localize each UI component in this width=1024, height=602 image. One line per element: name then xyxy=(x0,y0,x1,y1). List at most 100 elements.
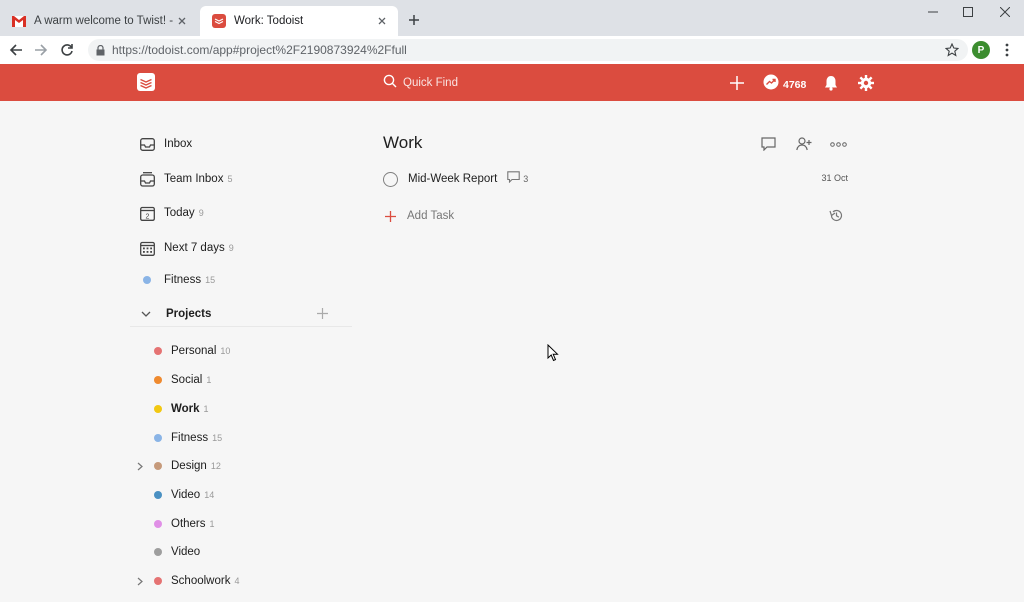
add-task-icon[interactable] xyxy=(727,73,747,93)
more-options-icon[interactable] xyxy=(828,134,848,154)
add-project-icon[interactable] xyxy=(314,306,330,322)
karma-points: 4768 xyxy=(783,78,807,91)
projects-label: Projects xyxy=(166,307,212,320)
bell-icon[interactable] xyxy=(821,73,841,93)
back-arrow-icon[interactable] xyxy=(6,40,26,60)
add-task-label: Add Task xyxy=(407,210,455,222)
close-tab-icon[interactable] xyxy=(374,13,390,29)
project-name: Schoolwork xyxy=(171,575,231,587)
address-bar[interactable]: https://todoist.com/app#project%2F219087… xyxy=(88,39,968,61)
project-item-personal[interactable]: Personal 10 xyxy=(130,340,230,362)
gmail-icon xyxy=(12,14,26,28)
reload-icon[interactable] xyxy=(57,40,77,60)
chevron-right-icon[interactable] xyxy=(134,575,146,587)
close-window-button[interactable] xyxy=(990,3,1020,21)
project-count: 10 xyxy=(220,346,231,356)
browser-tab-title: Work: Todoist xyxy=(234,15,304,27)
bookmark-star-icon[interactable] xyxy=(944,42,960,58)
color-dot-icon xyxy=(152,345,164,357)
mouse-cursor-icon xyxy=(547,343,559,362)
quick-find-search[interactable]: Quick Find xyxy=(383,74,458,92)
color-dot-icon xyxy=(152,575,164,587)
project-item-schoolwork[interactable]: Schoolwork 4 xyxy=(130,570,239,592)
sidebar-item-next-7-days[interactable]: Next 7 days 9 xyxy=(130,236,234,260)
comment-icon[interactable] xyxy=(758,134,778,154)
sidebar-item-count: 5 xyxy=(227,174,233,184)
plus-icon xyxy=(383,209,397,223)
project-count: 1 xyxy=(203,404,209,414)
project-item-fitness[interactable]: Fitness 15 xyxy=(130,427,222,449)
sidebar-item-count: 9 xyxy=(198,208,204,218)
page-title: Work xyxy=(383,133,423,152)
project-item-video[interactable]: Video 14 xyxy=(130,484,214,506)
project-count: 14 xyxy=(204,490,215,500)
color-dot-icon xyxy=(152,546,164,558)
sidebar-item-label: Today xyxy=(164,207,195,219)
app-header: Quick Find 4768 xyxy=(0,64,1024,101)
browser-toolbar: https://todoist.com/app#project%2F219087… xyxy=(0,36,1024,64)
task-name: Mid-Week Report xyxy=(408,173,498,185)
forward-arrow-icon[interactable] xyxy=(31,40,51,60)
profile-avatar[interactable]: P xyxy=(972,41,990,59)
history-icon[interactable] xyxy=(827,206,845,224)
karma-button[interactable]: 4768 xyxy=(763,74,806,95)
sidebar-item-today[interactable]: 2 Today 9 xyxy=(130,201,204,225)
project-count: 4 xyxy=(234,576,240,586)
task-row[interactable]: Mid-Week Report 3 31 Oct xyxy=(383,167,848,191)
color-dot-icon xyxy=(152,403,164,415)
task-comments[interactable]: 3 xyxy=(507,170,528,188)
minimize-window-button[interactable] xyxy=(918,3,948,21)
calendar-today-icon: 2 xyxy=(138,204,156,222)
calendar-week-icon xyxy=(138,239,156,257)
sidebar-item-label: Inbox xyxy=(164,138,193,150)
task-comment-count: 3 xyxy=(523,174,529,184)
project-item-others[interactable]: Others 1 xyxy=(130,513,215,535)
team-inbox-icon xyxy=(138,170,156,188)
project-item-work[interactable]: Work 1 xyxy=(130,398,209,420)
task-checkbox[interactable] xyxy=(383,171,398,187)
new-tab-button[interactable] xyxy=(404,10,424,30)
project-count: 12 xyxy=(210,461,221,471)
project-name: Work xyxy=(171,403,200,415)
project-name: Video xyxy=(171,546,201,558)
browser-tab-gmail[interactable]: A warm welcome to Twist! - hcsc xyxy=(0,6,198,36)
project-name: Design xyxy=(171,460,207,472)
sidebar-item-inbox[interactable]: Inbox xyxy=(130,132,192,156)
sidebar-item-label: Fitness xyxy=(164,274,202,286)
project-name: Fitness xyxy=(171,432,209,444)
todoist-logo-icon[interactable] xyxy=(137,73,155,91)
browser-tab-strip: A warm welcome to Twist! - hcsc Work: To… xyxy=(0,0,1024,36)
chevron-down-icon[interactable] xyxy=(138,306,154,322)
inbox-icon xyxy=(138,135,156,153)
add-task-button[interactable]: Add Task xyxy=(383,205,454,227)
color-dot-icon xyxy=(138,271,156,289)
comment-icon xyxy=(507,170,521,188)
sidebar-item-count: 9 xyxy=(228,243,234,253)
maximize-window-button[interactable] xyxy=(953,3,983,21)
project-item-social[interactable]: Social 1 xyxy=(130,369,211,391)
browser-menu-icon[interactable] xyxy=(1000,41,1014,59)
close-tab-icon[interactable] xyxy=(174,13,190,29)
gear-icon[interactable] xyxy=(856,73,876,93)
sidebar-item-fitness-filter[interactable]: Fitness 15 xyxy=(130,268,215,292)
karma-trend-icon xyxy=(763,74,779,95)
project-count: 1 xyxy=(206,375,212,385)
sidebar: Inbox Team Inbox 5 2 Today 9 Next 7 days… xyxy=(130,101,360,602)
project-name: Video xyxy=(171,489,201,501)
main-content: Work Mid-Week Report 3 31 Oct Add Task xyxy=(383,101,853,602)
share-user-icon[interactable] xyxy=(794,134,814,154)
color-dot-icon xyxy=(152,460,164,472)
project-item-design[interactable]: Design 12 xyxy=(130,455,221,477)
quick-find-label: Quick Find xyxy=(403,77,458,89)
sidebar-item-team-inbox[interactable]: Team Inbox 5 xyxy=(130,167,232,191)
project-item-video-2[interactable]: Video xyxy=(130,541,204,563)
todoist-icon xyxy=(212,14,226,28)
project-count: 1 xyxy=(209,519,215,529)
color-dot-icon xyxy=(152,518,164,530)
color-dot-icon xyxy=(152,489,164,501)
browser-tab-todoist[interactable]: Work: Todoist xyxy=(200,6,398,36)
project-name: Personal xyxy=(171,345,217,357)
project-name: Social xyxy=(171,374,203,386)
chevron-right-icon[interactable] xyxy=(134,460,146,472)
projects-section-header[interactable]: Projects xyxy=(130,301,352,327)
